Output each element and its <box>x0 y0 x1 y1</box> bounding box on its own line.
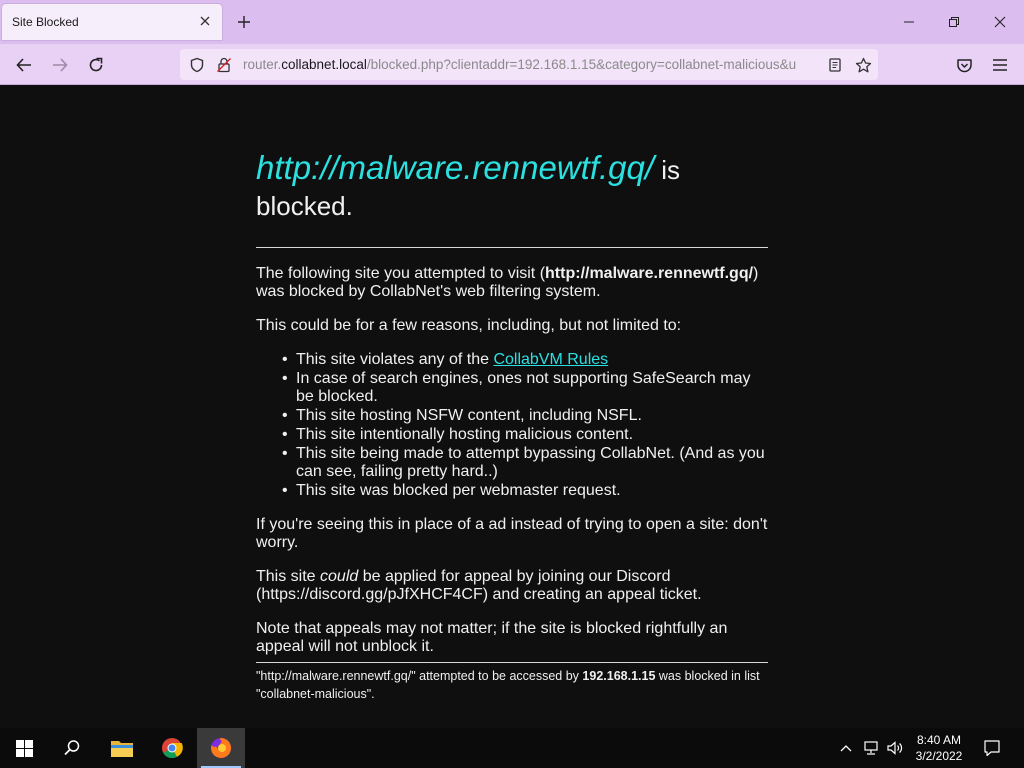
list-item: This site hosting NSFW content, includin… <box>282 407 768 425</box>
url-rest: /blocked.php?clientaddr=192.168.1.15&cat… <box>366 57 797 72</box>
appeal-note-paragraph: Note that appeals may not matter; if the… <box>256 620 728 655</box>
reason-1-text: This site violates any of the <box>296 351 494 368</box>
footer-text-before: "http://malware.rennewtf.gq/" attempted … <box>256 669 583 683</box>
clock-date: 3/2/2022 <box>915 749 963 763</box>
tab-title: Site Blocked <box>12 15 79 29</box>
intro-text-before: The following site you attempted to visi… <box>256 265 546 282</box>
list-item: In case of search engines, ones not supp… <box>282 370 768 406</box>
minimize-icon[interactable] <box>897 10 921 34</box>
back-arrow-icon[interactable] <box>11 52 37 78</box>
bookmark-star-icon[interactable] <box>852 54 874 76</box>
divider <box>256 247 768 248</box>
intro-paragraph: The following site you attempted to visi… <box>256 265 768 301</box>
pocket-icon[interactable] <box>951 52 977 78</box>
reasons-list: This site violates any of the CollabVM R… <box>282 351 768 500</box>
search-icon[interactable] <box>48 728 96 768</box>
forward-arrow-icon[interactable] <box>47 52 73 78</box>
blocked-page-content: http://malware.rennewtf.gq/ is blocked. … <box>256 150 768 703</box>
reload-icon[interactable] <box>83 52 109 78</box>
firefox-icon[interactable] <box>197 728 245 768</box>
ad-note-paragraph: If you're seeing this in place of a ad i… <box>256 516 768 551</box>
notification-center-icon[interactable] <box>982 738 1002 758</box>
headline-blocked-url: http://malware.rennewtf.gq/ <box>256 149 655 186</box>
list-item: This site intentionally hosting maliciou… <box>282 426 768 444</box>
footer-note: "http://malware.rennewtf.gq/" attempted … <box>256 667 768 703</box>
volume-icon[interactable] <box>885 738 905 758</box>
list-item: This site being made to attempt bypassin… <box>282 445 768 481</box>
tracking-shield-icon[interactable] <box>186 54 208 76</box>
windows-start-icon[interactable] <box>0 728 48 768</box>
appeal-emphasis: could <box>320 568 359 585</box>
url-text[interactable]: router.collabnet.local/blocked.php?clien… <box>243 57 818 72</box>
hamburger-menu-icon[interactable] <box>987 52 1013 78</box>
url-prefix: router. <box>243 57 282 72</box>
url-host: collabnet.local <box>281 57 367 72</box>
appeal-text-before: This site <box>256 568 321 585</box>
file-explorer-icon[interactable] <box>98 728 146 768</box>
tab-site-blocked[interactable]: Site Blocked <box>2 4 222 40</box>
reader-view-icon[interactable] <box>824 54 846 76</box>
navigation-toolbar: router.collabnet.local/blocked.php?clien… <box>0 44 1024 85</box>
list-item: This site was blocked per webmaster requ… <box>282 482 768 500</box>
clock-time: 8:40 AM <box>916 733 962 747</box>
new-tab-plus-icon[interactable] <box>233 11 255 33</box>
footer-divider <box>256 662 768 663</box>
close-window-icon[interactable] <box>988 10 1012 34</box>
address-bar[interactable]: router.collabnet.local/blocked.php?clien… <box>180 49 878 80</box>
list-item: This site violates any of the CollabVM R… <box>282 351 768 369</box>
footer-client-ip: 192.168.1.15 <box>582 669 656 683</box>
chrome-icon[interactable] <box>148 728 196 768</box>
collabvm-rules-link[interactable]: CollabVM Rules <box>493 351 608 368</box>
windows-taskbar: 8:40 AM 3/2/2022 <box>0 728 1024 768</box>
intro-blocked-url: http://malware.rennewtf.gq/ <box>545 265 754 282</box>
network-icon[interactable] <box>861 738 881 758</box>
tab-bar: Site Blocked <box>0 0 1024 44</box>
chevron-up-icon[interactable] <box>836 738 856 758</box>
system-clock[interactable]: 8:40 AM 3/2/2022 <box>905 732 973 764</box>
appeal-paragraph: This site could be applied for appeal by… <box>256 568 768 604</box>
reasons-intro: This could be for a few reasons, includi… <box>256 317 682 334</box>
restore-icon[interactable] <box>942 10 966 34</box>
insecure-lock-icon[interactable] <box>213 54 235 76</box>
tab-close-icon[interactable] <box>196 12 214 30</box>
page-headline: http://malware.rennewtf.gq/ is blocked. <box>256 150 768 224</box>
